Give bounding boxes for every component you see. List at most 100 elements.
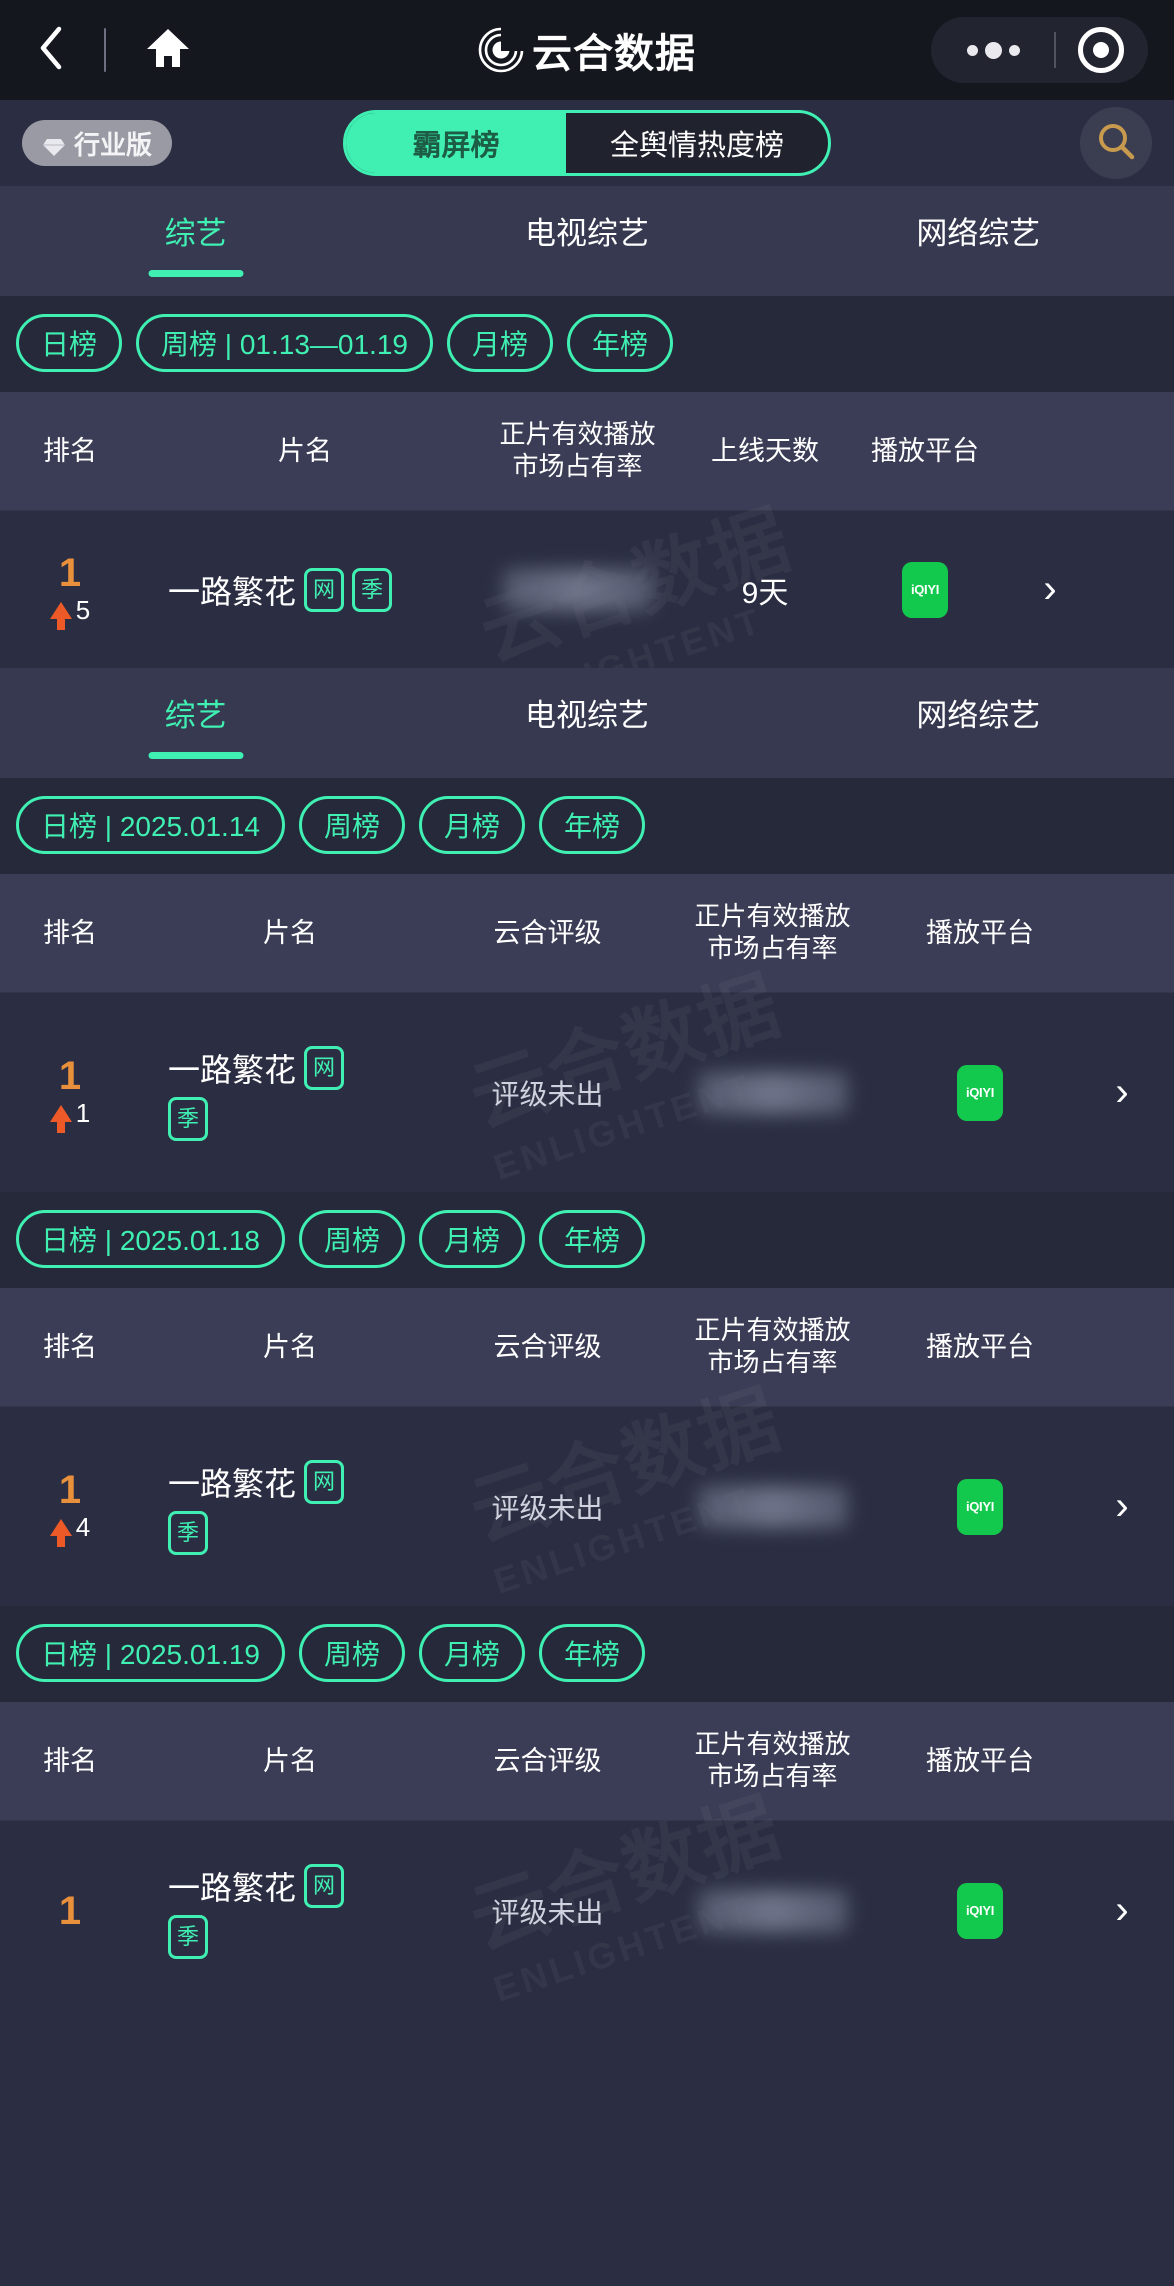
rank-number-s1-r1: 1 (58, 551, 82, 595)
col-rank-2: 排名 (43, 917, 97, 948)
more-dots-icon[interactable] (955, 41, 1032, 59)
title-cell-s2-r1[interactable]: 一路繁花 网 季 (140, 1045, 440, 1141)
table-row-s1-r1[interactable]: 云合数据ENLIGHTENT 1 5 一路繁花 网 季 9天 iQIYI › (0, 494, 1174, 722)
title-line1-s4-r1: 一路繁花 网 (168, 1863, 345, 1909)
chevron-right-icon: › (1115, 1888, 1129, 1932)
chip-daily-2[interactable]: 日榜 | 2025.01.14 (16, 796, 285, 854)
chip-yearly-2[interactable]: 年榜 (539, 796, 646, 854)
col-rank-1: 排名 (43, 435, 97, 466)
segment-baping[interactable]: 霸屏榜 (345, 113, 566, 173)
tab-web-zongyi-1[interactable]: 网络综艺 (783, 208, 1174, 253)
table-row-s2-r1[interactable]: 云合数据ENLIGHTENT 1 1 一路繁花 网 季 评级未出 iQIYI › (0, 960, 1174, 1192)
chip-weekly-3[interactable]: 周榜 (298, 1210, 405, 1268)
tag-web-s4-r1: 网 (304, 1863, 345, 1908)
iqiyi-logo-icon: iQIYI (902, 561, 948, 618)
tab-zongyi-1[interactable]: 综艺 (0, 208, 391, 253)
table-row-s3-r1[interactable]: 云合数据ENLIGHTENT 1 4 一路繁花 网 季 评级未出 iQIYI › (0, 1374, 1174, 1606)
chip-weekly-4[interactable]: 周榜 (298, 1624, 405, 1682)
days-value-s1-r1: 9天 (741, 576, 789, 610)
chip-yearly-3[interactable]: 年榜 (539, 1210, 646, 1268)
tab-tv-zongyi-2[interactable]: 电视综艺 (391, 690, 782, 735)
rank-cell-s4-r1: 1 (0, 1891, 140, 1931)
chip-weekly-1[interactable]: 周榜 | 01.13—01.19 (136, 314, 433, 372)
share-blurred-value-s1-r1 (502, 568, 653, 611)
title-cell-s1-r1[interactable]: 一路繁花 网 季 (140, 567, 470, 613)
show-title-s4-r1: 一路繁花 (168, 1869, 297, 1906)
chip-yearly-4[interactable]: 年榜 (539, 1624, 646, 1682)
col-share-line2-1: 市场占有率 (512, 451, 643, 481)
tab-web-zongyi-2[interactable]: 网络综艺 (783, 690, 1174, 735)
col-title-3: 片名 (263, 1331, 317, 1362)
platform-cell-s2-r1[interactable]: iQIYI (890, 1064, 1070, 1121)
days-cell-s1-r1: 9天 (685, 568, 845, 612)
chip-monthly-4[interactable]: 月榜 (419, 1624, 526, 1682)
industry-edition-badge[interactable]: 行业版 (22, 120, 173, 166)
col-share-4: 正片有效播放 市场占有率 (655, 1729, 890, 1792)
col-share-line1-3: 正片有效播放 (694, 1315, 851, 1346)
tab-tv-zongyi-1[interactable]: 电视综艺 (391, 208, 782, 253)
row-chevron-s3-r1[interactable]: › (1070, 1484, 1174, 1529)
chevron-right-icon: › (1115, 1070, 1129, 1114)
chip-monthly-3[interactable]: 月榜 (419, 1210, 526, 1268)
col-share-line1-2: 正片有效播放 (694, 901, 851, 932)
platform-cell-s1-r1[interactable]: iQIYI (845, 561, 1005, 618)
period-chips-3: 日榜 | 2025.01.18 周榜 月榜 年榜 (0, 1192, 1174, 1288)
iqiyi-logo-icon: iQIYI (957, 1064, 1003, 1121)
col-rank-3: 排名 (43, 1331, 97, 1362)
arrow-up-icon (49, 1105, 72, 1133)
row-chevron-s1-r1[interactable]: › (1005, 567, 1095, 612)
rank-cell-s1-r1: 1 5 (0, 551, 140, 630)
share-cell-s3-r1 (655, 1485, 890, 1528)
chip-yearly-1[interactable]: 年榜 (567, 314, 674, 372)
chip-daily-3[interactable]: 日榜 | 2025.01.18 (16, 1210, 285, 1268)
col-days-1: 上线天数 (711, 435, 819, 466)
search-button[interactable] (1080, 107, 1152, 179)
grade-value-s4-r1: 评级未出 (491, 1896, 604, 1928)
tag-season-s1-r1: 季 (352, 567, 393, 612)
home-button[interactable] (140, 22, 196, 78)
col-share-line1-4: 正片有效播放 (694, 1729, 851, 1760)
title-cell-s4-r1[interactable]: 一路繁花 网 季 (140, 1863, 440, 1959)
title-line1-s2-r1: 一路繁花 网 (168, 1045, 345, 1091)
row-chevron-s4-r1[interactable]: › (1070, 1888, 1174, 1933)
tag-season-s3-r1: 季 (168, 1510, 208, 1555)
col-platform-3: 播放平台 (926, 1331, 1034, 1362)
rank-change-s2-r1: 1 (49, 1098, 90, 1133)
ranking-type-segmented: 霸屏榜 全舆情热度榜 (342, 110, 832, 176)
col-grade-2: 云合评级 (493, 917, 602, 948)
category-tabs-1: 综艺 电视综艺 网络综艺 (0, 186, 1174, 296)
period-chips-2: 日榜 | 2025.01.14 周榜 月榜 年榜 (0, 778, 1174, 874)
tag-web-s1-r1: 网 (304, 567, 345, 612)
platform-cell-s3-r1[interactable]: iQIYI (890, 1478, 1070, 1535)
table-header-4: 排名 片名 云合评级 正片有效播放 市场占有率 播放平台 (0, 1702, 1174, 1820)
tag-season-s4-r1: 季 (168, 1914, 208, 1959)
table-header-1: 排名 片名 正片有效播放 市场占有率 上线天数 播放平台 (0, 392, 1174, 510)
col-title-4: 片名 (263, 1745, 317, 1776)
col-platform-4: 播放平台 (926, 1745, 1034, 1776)
tab-zongyi-2[interactable]: 综艺 (0, 690, 391, 735)
chip-monthly-2[interactable]: 月榜 (419, 796, 526, 854)
chip-monthly-1[interactable]: 月榜 (447, 314, 554, 372)
platform-cell-s4-r1[interactable]: iQIYI (890, 1882, 1070, 1939)
target-circle-icon[interactable] (1078, 27, 1124, 73)
row-chevron-s2-r1[interactable]: › (1070, 1070, 1174, 1115)
rank-change-s1-r1: 5 (49, 595, 91, 630)
toolbar: 行业版 霸屏榜 全舆情热度榜 (0, 100, 1174, 186)
rank-change-value-s1-r1: 5 (75, 595, 91, 625)
nav-divider (104, 28, 106, 72)
back-button[interactable] (26, 20, 78, 80)
rank-number-s4-r1: 1 (58, 1888, 82, 1933)
col-rank-4: 排名 (43, 1745, 97, 1776)
chip-weekly-2[interactable]: 周榜 (298, 796, 405, 854)
col-grade-3: 云合评级 (493, 1331, 602, 1362)
table-row-s4-r1[interactable]: 云合数据ENLIGHTENT 1 一路繁花 网 季 评级未出 iQIYI › (0, 1782, 1174, 2010)
col-share-3: 正片有效播放 市场占有率 (655, 1315, 890, 1378)
col-platform-2: 播放平台 (926, 917, 1034, 948)
grade-cell-s4-r1: 评级未出 (440, 1891, 655, 1931)
segment-quyuqing[interactable]: 全舆情热度榜 (566, 113, 828, 173)
share-cell-s4-r1 (655, 1889, 890, 1932)
chip-daily-1[interactable]: 日榜 (16, 314, 123, 372)
chip-daily-4[interactable]: 日榜 | 2025.01.19 (16, 1624, 285, 1682)
title-cell-s3-r1[interactable]: 一路繁花 网 季 (140, 1459, 440, 1555)
period-chips-4: 日榜 | 2025.01.19 周榜 月榜 年榜 (0, 1606, 1174, 1702)
